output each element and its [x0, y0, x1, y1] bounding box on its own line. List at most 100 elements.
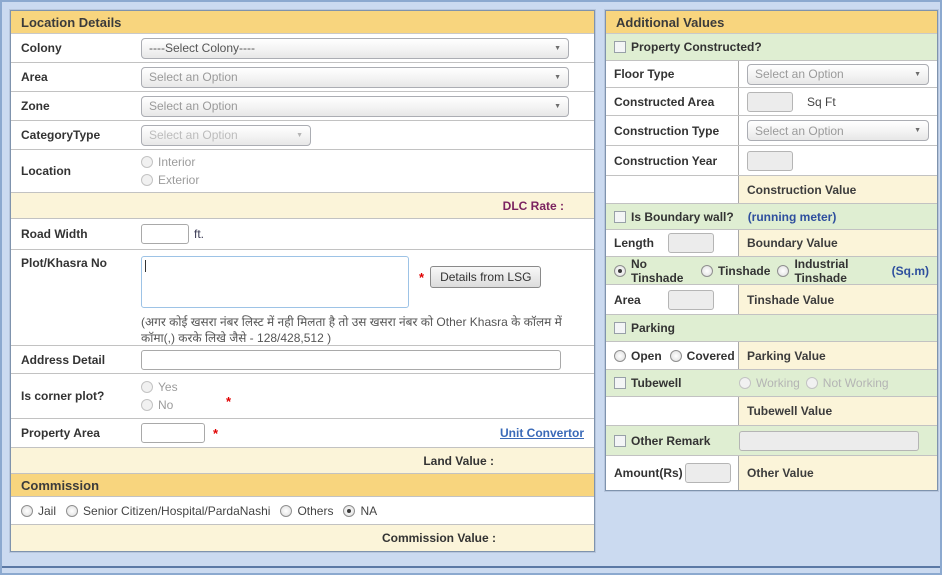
radio-option-working[interactable]: Working [739, 376, 800, 390]
radio-label: No Tinshade [631, 256, 684, 285]
tubewell-checkbox[interactable]: Tubewell [614, 376, 739, 390]
commission-value-label: Commission Value : [381, 531, 496, 545]
commission-options-row: Jail Senior Citizen/Hospital/PardaNashi … [11, 497, 594, 525]
radio-option-not-working[interactable]: Not Working [805, 376, 889, 390]
construction-type-select[interactable]: Select an Option ▼ [747, 120, 929, 141]
constructed-area-row: Constructed Area Sq Ft [606, 88, 937, 116]
floor-type-select[interactable]: Select an Option ▼ [747, 63, 929, 85]
boundary-wall-row: Is Boundary wall? (running meter) [606, 204, 937, 230]
radio-option-tinshade[interactable]: Tinshade [700, 264, 770, 278]
radio-label: Yes [158, 380, 178, 394]
commission-title: Commission [21, 477, 100, 493]
colony-select[interactable]: ----Select Colony---- ▼ [141, 37, 569, 59]
location-row: Location Interior Exterior [11, 150, 594, 193]
property-area-input[interactable] [141, 423, 205, 443]
construction-type-select-value: Select an Option [755, 123, 844, 138]
property-constructed-checkbox[interactable]: Property Constructed? [614, 40, 762, 54]
radio-label: Covered [686, 348, 735, 363]
radio-label: Open [631, 348, 662, 363]
land-value-row: Land Value : [11, 448, 594, 474]
road-width-unit: ft. [194, 227, 205, 241]
chevron-down-icon: ▼ [914, 127, 921, 134]
floor-type-label: Floor Type [614, 67, 675, 81]
other-remark-input[interactable] [739, 430, 919, 451]
length-input[interactable] [668, 233, 714, 253]
chevron-down-icon: ▼ [914, 70, 921, 78]
required-asterisk: * [226, 394, 232, 409]
colony-label: Colony [21, 41, 62, 55]
parking-options-row: Open Covered Parking Value [606, 342, 937, 370]
corner-plot-label: Is corner plot? [21, 389, 105, 403]
radio-label: Senior Citizen/Hospital/PardaNashi [83, 503, 271, 518]
radio-label: Others [297, 503, 334, 518]
other-value-label: Other Value [747, 466, 814, 480]
checkbox-icon [614, 210, 626, 223]
boundary-wall-checkbox[interactable]: Is Boundary wall? [614, 210, 734, 224]
boundary-wall-unit-note: (running meter) [747, 209, 837, 224]
category-type-label: CategoryType [21, 128, 101, 142]
chevron-down-icon: ▼ [554, 44, 561, 52]
area-row: Area Select an Option ▼ [11, 63, 594, 92]
road-width-label: Road Width [21, 227, 88, 241]
radio-option-yes[interactable]: Yes [141, 380, 178, 394]
chevron-down-icon: ▼ [296, 131, 303, 139]
panel-title: Additional Values [616, 14, 725, 30]
empty-cell [606, 397, 739, 425]
radio-option-others[interactable]: Others [280, 504, 333, 518]
location-details-header: Location Details [11, 11, 594, 34]
chevron-down-icon: ▼ [554, 73, 561, 81]
additional-values-header: Additional Values [606, 11, 937, 34]
other-remark-row: Other Remark [606, 426, 937, 456]
details-from-lsg-button[interactable]: Details from LSG [430, 266, 542, 288]
constructed-area-unit: Sq Ft [807, 94, 836, 109]
radio-label: Not Working [822, 376, 889, 390]
address-detail-input[interactable] [141, 349, 561, 370]
location-details-panel: Location Details Colony ----Select Colon… [10, 10, 595, 552]
required-asterisk: * [213, 425, 219, 441]
radio-option-no-tinshade[interactable]: No Tinshade [614, 257, 694, 285]
chevron-down-icon: ▼ [554, 102, 561, 110]
radio-label: Jail [38, 503, 57, 518]
unit-convertor-link[interactable]: Unit Convertor [500, 426, 584, 440]
amount-label: Amount(Rs) [614, 466, 683, 480]
category-type-row: CategoryType Select an Option ▼ [11, 121, 594, 150]
construction-type-label: Construction Type [614, 123, 720, 138]
other-remark-checkbox[interactable]: Other Remark [614, 434, 739, 448]
tinshade-area-label: Area [614, 292, 641, 307]
dlc-rate-row: DLC Rate : [11, 193, 594, 219]
land-value-label: Land Value : [423, 453, 494, 468]
radio-icon [141, 399, 153, 411]
radio-option-no[interactable]: No [141, 398, 178, 412]
checkbox-label: Parking [631, 321, 676, 335]
road-width-row: Road Width ft. [11, 219, 594, 250]
radio-option-exterior[interactable]: Exterior [141, 173, 199, 187]
checkbox-icon [614, 434, 626, 447]
radio-option-senior-citizen[interactable]: Senior Citizen/Hospital/PardaNashi [66, 504, 270, 518]
parking-checkbox[interactable]: Parking [614, 321, 675, 335]
category-type-select-value: Select an Option [149, 128, 238, 142]
radio-option-jail[interactable]: Jail [21, 504, 56, 518]
radio-option-covered[interactable]: Covered [669, 348, 735, 363]
road-width-input[interactable] [141, 224, 189, 244]
radio-option-interior[interactable]: Interior [141, 155, 199, 169]
boundary-value-label: Boundary Value [747, 236, 838, 250]
radio-option-open[interactable]: Open [614, 349, 662, 363]
zone-select[interactable]: Select an Option ▼ [141, 95, 569, 117]
radio-icon [700, 264, 713, 277]
plot-khasra-textarea[interactable] [141, 256, 409, 308]
length-row: Length Boundary Value [606, 230, 937, 257]
amount-input[interactable] [684, 463, 731, 483]
area-select-value: Select an Option [149, 70, 238, 84]
radio-label: Working [756, 376, 800, 390]
tinshade-area-input[interactable] [668, 289, 714, 310]
category-type-select[interactable]: Select an Option ▼ [141, 124, 311, 146]
constructed-area-input[interactable] [747, 91, 793, 112]
area-select[interactable]: Select an Option ▼ [141, 66, 569, 88]
checkbox-label: Is Boundary wall? [631, 209, 734, 224]
radio-label: Exterior [158, 173, 200, 187]
radio-option-industrial-tinshade[interactable]: Industrial Tinshade [777, 257, 891, 285]
radio-option-na[interactable]: NA [343, 504, 377, 518]
construction-year-input[interactable] [747, 150, 793, 171]
construction-year-row: Construction Year [606, 146, 937, 176]
checkbox-icon [614, 377, 626, 389]
